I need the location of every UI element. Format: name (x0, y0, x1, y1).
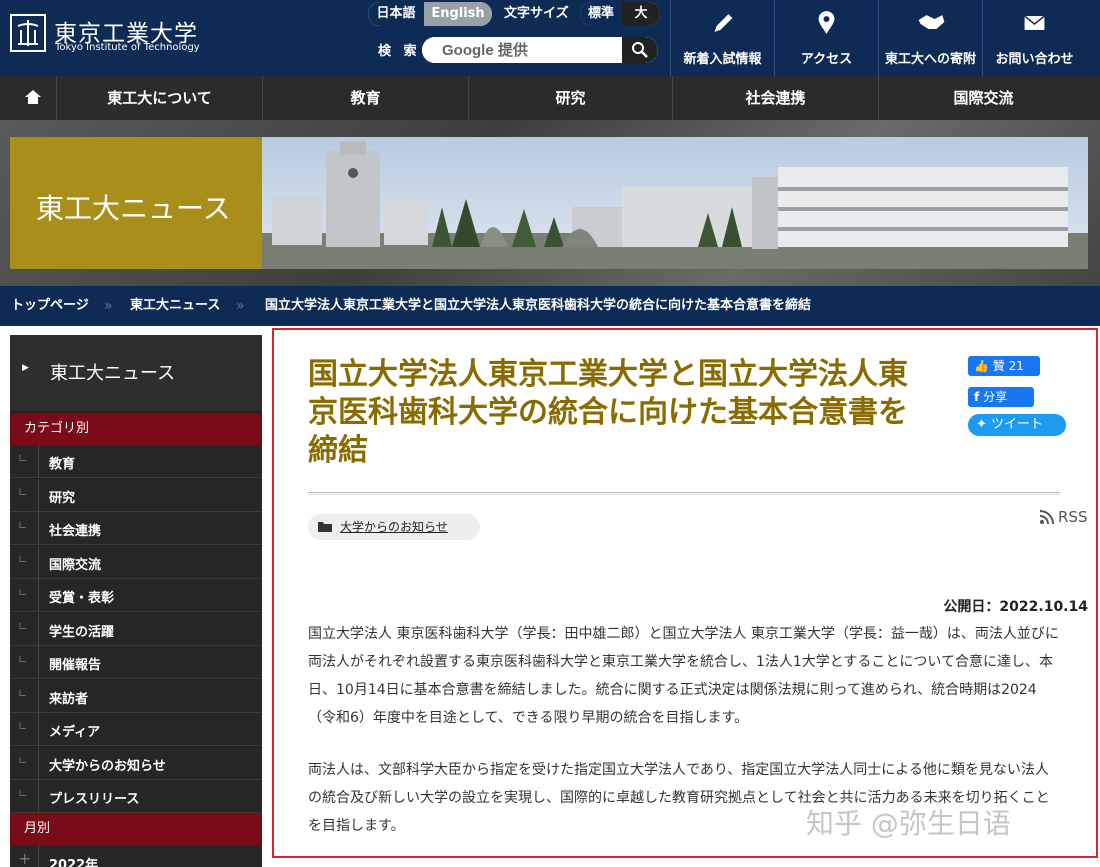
breadcrumb-separator-icon: » (236, 298, 245, 314)
sidebar-item-press[interactable]: ∟ プレスリリース (10, 780, 262, 813)
site-header: 東京工業大学 Tokyo Institute of Technology 日本語… (0, 0, 1100, 76)
sidebar-section-month: 月別 (10, 813, 262, 845)
language-font-bar: 日本語 English 文字サイズ 標準 大 (368, 2, 660, 28)
lang-english-button[interactable]: English (424, 2, 492, 26)
category-tag[interactable]: 大学からのお知らせ (308, 514, 480, 540)
language-switcher: 日本語 English (368, 2, 492, 26)
l-mark-icon: ∟ (18, 586, 28, 599)
campus-photo (262, 137, 1088, 269)
l-mark-icon: ∟ (18, 553, 28, 566)
thumbs-up-icon: 👍 (974, 359, 989, 373)
l-mark-icon: ∟ (18, 620, 28, 633)
utility-nav: 新着入試情報 アクセス 東工大への寄附 お問い合わせ (670, 0, 1100, 76)
global-nav: 東工大について 教育 研究 社会連携 国際交流 (0, 76, 1100, 120)
lang-japanese-button[interactable]: 日本語 (368, 2, 424, 26)
titech-emblem-icon (10, 14, 46, 52)
sidebar-item-notices[interactable]: ∟ 大学からのお知らせ (10, 747, 262, 780)
breadcrumb-current: 国立大学法人東京工業大学と国立大学法人東京医科歯科大学の統合に向けた基本合意書を… (265, 298, 812, 313)
sidebar-item-year-2022[interactable]: +2022年 (10, 845, 262, 867)
home-icon (25, 90, 41, 104)
search-button[interactable] (622, 37, 658, 63)
university-logo[interactable]: 東京工業大学 Tokyo Institute of Technology (10, 14, 200, 62)
watermark: 知乎 @弥生日语 (806, 807, 1011, 840)
logo-english-name: Tokyo Institute of Technology (55, 42, 200, 53)
publish-date: 公開日：2022.10.14 (943, 599, 1088, 615)
folder-icon (318, 522, 332, 532)
util-contact[interactable]: お問い合わせ (982, 0, 1086, 76)
triangle-bullet-icon: ▶ (22, 363, 29, 373)
like-button[interactable]: 👍 贊 21 (968, 356, 1040, 376)
search-input[interactable] (422, 37, 622, 63)
sidebar-item-social[interactable]: ∟ 社会連携 (10, 512, 262, 545)
sidebar-item-international[interactable]: ∟ 国際交流 (10, 546, 262, 579)
search-box (422, 37, 658, 63)
nav-about[interactable]: 東工大について (56, 76, 262, 120)
nav-social[interactable]: 社会連携 (672, 76, 878, 120)
font-size-switcher: 標準 大 (580, 2, 660, 26)
util-donation[interactable]: 東工大への寄附 (878, 0, 982, 76)
sidebar: ▶ 東工大ニュース カテゴリ別 ∟ 教育 ∟ 研究 ∟ 社会連携 ∟ 国際交流 ∟ 受賞・… (10, 335, 262, 867)
article-paragraph: 国立大学法人 東京医科歯科大学（学長：田中雄二郎）と国立大学法人 東京工業大学（… (308, 626, 1059, 726)
sidebar-section-category: カテゴリ別 (10, 413, 262, 445)
facebook-icon: f (974, 390, 980, 404)
sidebar-item-awards[interactable]: ∟ 受賞・表彰 (10, 579, 262, 612)
banner-title-box: 東工大ニュース (10, 137, 262, 269)
pencil-icon (714, 14, 733, 32)
l-mark-icon: ∟ (18, 754, 28, 767)
l-mark-icon: ∟ (18, 486, 28, 499)
twitter-bird-icon: ✦ (976, 417, 987, 432)
font-size-standard-button[interactable]: 標準 (580, 2, 622, 26)
sidebar-item-research[interactable]: ∟ 研究 (10, 479, 262, 512)
title-divider (308, 492, 1060, 495)
nav-home[interactable] (10, 76, 56, 120)
search-label: 検 索 (378, 44, 421, 59)
sidebar-item-visitors[interactable]: ∟ 来訪者 (10, 680, 262, 713)
tweet-button[interactable]: ✦ ツイート (968, 414, 1066, 436)
map-pin-icon (818, 11, 835, 34)
rss-link[interactable]: RSS (1039, 508, 1087, 526)
nav-research[interactable]: 研究 (468, 76, 672, 120)
breadcrumb-separator-icon: » (104, 298, 113, 314)
banner-title: 東工大ニュース (36, 192, 231, 225)
breadcrumb-top[interactable]: トップページ (11, 286, 89, 326)
sidebar-heading[interactable]: ▶ 東工大ニュース (10, 335, 262, 411)
util-admissions[interactable]: 新着入試情報 (670, 0, 774, 76)
l-mark-icon: ∟ (18, 787, 28, 800)
article: 国立大学法人東京工業大学と国立大学法人東京医科歯科大学の統合に向けた基本合意書を… (272, 328, 1098, 858)
plus-icon: + (18, 849, 32, 867)
breadcrumb-news[interactable]: 東工大ニュース (130, 286, 220, 326)
l-mark-icon: ∟ (18, 653, 28, 666)
font-size-label: 文字サイズ (504, 6, 569, 21)
sidebar-item-education[interactable]: ∟ 教育 (10, 445, 262, 478)
l-mark-icon: ∟ (18, 687, 28, 700)
breadcrumb: トップページ » 東工大ニュース » 国立大学法人東京工業大学と国立大学法人東京… (0, 286, 1100, 326)
sidebar-item-reports[interactable]: ∟ 開催報告 (10, 646, 262, 679)
nav-education[interactable]: 教育 (262, 76, 468, 120)
l-mark-icon: ∟ (18, 720, 28, 733)
l-mark-icon: ∟ (18, 519, 28, 532)
article-title: 国立大学法人東京工業大学と国立大学法人東京医科歯科大学の統合に向けた基本合意書を… (308, 357, 908, 468)
sidebar-item-students[interactable]: ∟ 学生の活躍 (10, 613, 262, 646)
util-access[interactable]: アクセス (774, 0, 878, 76)
nav-international[interactable]: 国際交流 (878, 76, 1088, 120)
envelope-icon (1024, 15, 1045, 30)
search-icon (632, 42, 648, 58)
handshake-icon (918, 15, 945, 29)
l-mark-icon: ∟ (18, 452, 28, 465)
rss-icon (1039, 510, 1054, 525)
sidebar-item-media[interactable]: ∟ メディア (10, 713, 262, 746)
facebook-share-button[interactable]: f 分享 (968, 387, 1034, 407)
font-size-large-button[interactable]: 大 (622, 2, 660, 26)
